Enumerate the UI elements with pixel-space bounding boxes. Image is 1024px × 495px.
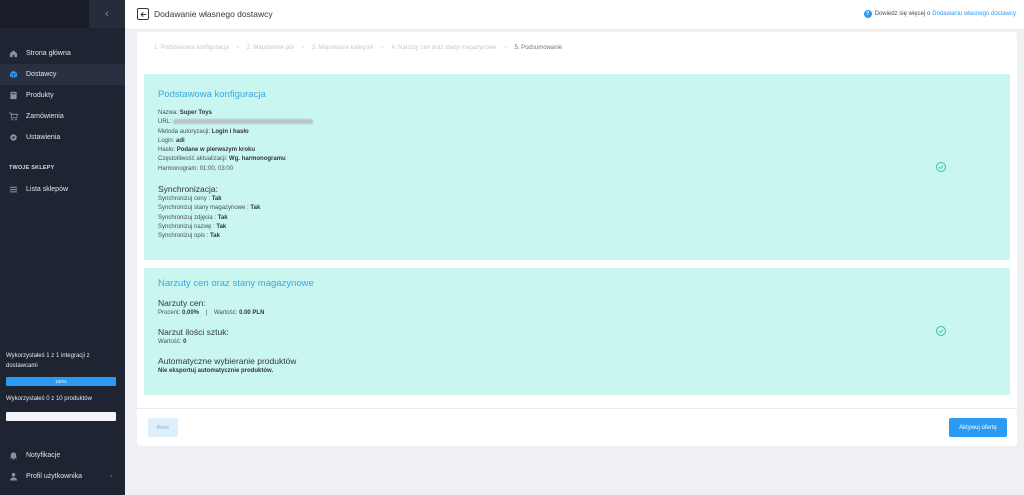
basic-config-panel: Podstawowa konfiguracja Nazwa: Super Toy… [144, 74, 1010, 260]
footer-divider [137, 408, 1017, 409]
sidebar-item-label: Produkty [26, 92, 54, 99]
sync-details: Synchronizacja: Synchronizuj ceny : Tak … [158, 184, 260, 241]
usage-products-text: Wykorzystałeś 0 z 10 produktów [6, 396, 92, 402]
basic-config-details: Nazwa: Super Toys URL: Metoda autoryzacj… [158, 109, 314, 174]
quantity-markup: Narzut ilości sztuk: Wartość: 0 [158, 327, 229, 347]
gear-icon [9, 133, 18, 142]
back-arrow-button[interactable] [137, 8, 149, 20]
chevron-right-icon: › [236, 45, 239, 51]
price-markup: Narzuty cen: Procent: 0.00% | Wartość: 0… [158, 298, 264, 318]
step-4[interactable]: 4. Narzuty cen oraz stany magazynowe [391, 45, 496, 51]
sidebar-item-suppliers[interactable]: Dostawcy [0, 64, 125, 85]
usage-products-bar [6, 412, 116, 421]
quantity-markup-value: Wartość: 0 [158, 339, 187, 345]
sync-title: Synchronizacja: [158, 184, 219, 194]
auto-select: Automatyczne wybieranie produktów Nie ek… [158, 356, 296, 376]
panel-title: Narzuty cen oraz stany magazynowe [158, 278, 314, 289]
detail-frequency: Częstotliwość aktualizacji: Wg. harmonog… [158, 156, 286, 163]
sync-name: Synchronizuj nazwę : Tak [158, 223, 227, 230]
sidebar: ‹ Strona główna Dostawcy Produkty Zamówi… [0, 0, 125, 495]
sync-stock: Synchronizuj stany magazynowe : Tak [158, 205, 261, 212]
quantity-markup-title: Narzut ilości sztuk: [158, 327, 229, 337]
detail-auth: Metoda autoryzacji: Login i hasło [158, 128, 249, 135]
auto-select-title: Automatyczne wybieranie produktów [158, 356, 297, 366]
back-button[interactable]: Wróć [148, 418, 178, 437]
step-5[interactable]: 5. Podsumowanie [515, 45, 563, 51]
sync-description: Synchronizuj opis : Tak [158, 233, 220, 240]
activate-offer-button[interactable]: Aktywuj ofertę [949, 418, 1007, 437]
question-icon: ? [863, 10, 872, 18]
check-circle-icon [936, 326, 946, 336]
chevron-right-icon: › [504, 45, 507, 51]
detail-password: Hasło: Podane w pierwszym kroku [158, 147, 256, 154]
cart-icon [9, 112, 18, 121]
cube-icon [9, 70, 18, 79]
sidebar-section-title: TWOJE SKLEPY [9, 165, 55, 171]
user-icon [9, 472, 18, 481]
sidebar-item-label: Zamówienia [26, 113, 64, 120]
sidebar-item-orders[interactable]: Zamówienia [0, 106, 125, 127]
home-icon [9, 49, 18, 58]
check-circle-icon [936, 162, 946, 172]
panel-title: Podstawowa konfiguracja [158, 89, 266, 100]
bell-icon [9, 451, 18, 460]
auto-select-value: Nie eksportuj automatycznie produktów. [158, 368, 274, 374]
top-header: Dodawanie własnego dostawcy ? Dowiedz si… [125, 0, 1024, 30]
chevron-right-icon: › [301, 45, 304, 51]
price-markup-values: Procent: 0.00% | Wartość: 0.00 PLN [158, 310, 265, 316]
sidebar-logo-area: ‹ [0, 0, 125, 28]
usage-integrations-text: Wykorzystałeś 1 z 1 integracji z dostawc… [6, 353, 90, 369]
page-title: Dodawanie własnego dostawcy [154, 9, 273, 19]
sidebar-item-profile[interactable]: Profil użytkownika › [0, 466, 125, 487]
sidebar-item-notifications[interactable]: Notyfikacje [0, 445, 125, 466]
wizard-steps: 1. Podstawowa konfiguracja › 2. Mapowani… [154, 45, 570, 51]
step-2[interactable]: 2. Mapowanie pól [247, 45, 294, 51]
detail-name: Nazwa: Super Toys [158, 110, 212, 116]
sidebar-item-products[interactable]: Produkty [0, 85, 125, 106]
detail-schedule: Harmonogram: 01:00, 03:00 [158, 165, 234, 172]
chevron-right-icon: › [381, 45, 384, 51]
step-3[interactable]: 3. Mapowanie kategorii [312, 45, 374, 51]
step-1[interactable]: 1. Podstawowa konfiguracja [154, 45, 229, 51]
help-text: Dowiedz się więcej o [874, 11, 931, 17]
sidebar-item-shop-list[interactable]: Lista sklepów [0, 179, 125, 200]
sync-prices: Synchronizuj ceny : Tak [158, 196, 222, 202]
price-markup-title: Narzuty cen: [158, 298, 206, 308]
sidebar-item-label: Lista sklepów [26, 186, 69, 193]
usage-integrations-bar: 100% [6, 377, 116, 386]
wizard-card: 1. Podstawowa konfiguracja › 2. Mapowani… [137, 32, 1017, 446]
chevron-left-icon[interactable]: ‹ [89, 0, 125, 28]
sidebar-item-settings[interactable]: Ustawienia [0, 127, 125, 148]
usage-integrations-progress: 100% [55, 379, 67, 384]
sidebar-item-label: Profil użytkownika [26, 473, 83, 480]
sidebar-item-label: Strona główna [26, 50, 71, 57]
sidebar-bottom-nav: Notyfikacje Profil użytkownika › [0, 445, 125, 487]
sidebar-item-label: Notyfikacje [26, 452, 61, 459]
sidebar-shops: Lista sklepów [0, 179, 125, 200]
detail-url: URL: [158, 118, 314, 127]
arrow-left-icon [139, 11, 146, 17]
markup-panel: Narzuty cen oraz stany magazynowe Narzut… [144, 268, 1010, 395]
sidebar-item-home[interactable]: Strona główna [0, 43, 125, 64]
help-hint: ? Dowiedz się więcej o Dodawaniu własneg… [863, 10, 1016, 18]
help-link[interactable]: Dodawaniu własnego dostawcy [932, 11, 1016, 17]
sidebar-nav: Strona główna Dostawcy Produkty Zamówien… [0, 43, 125, 148]
sidebar-item-label: Dostawcy [26, 71, 57, 78]
sidebar-item-label: Ustawienia [26, 134, 61, 141]
chevron-right-icon: › [110, 473, 112, 480]
sync-images: Synchronizuj zdjęcia : Tak [158, 214, 228, 221]
box-icon [9, 91, 18, 100]
detail-login: Login: adi [158, 137, 185, 144]
list-icon [9, 185, 18, 194]
blurred-url [173, 119, 314, 125]
